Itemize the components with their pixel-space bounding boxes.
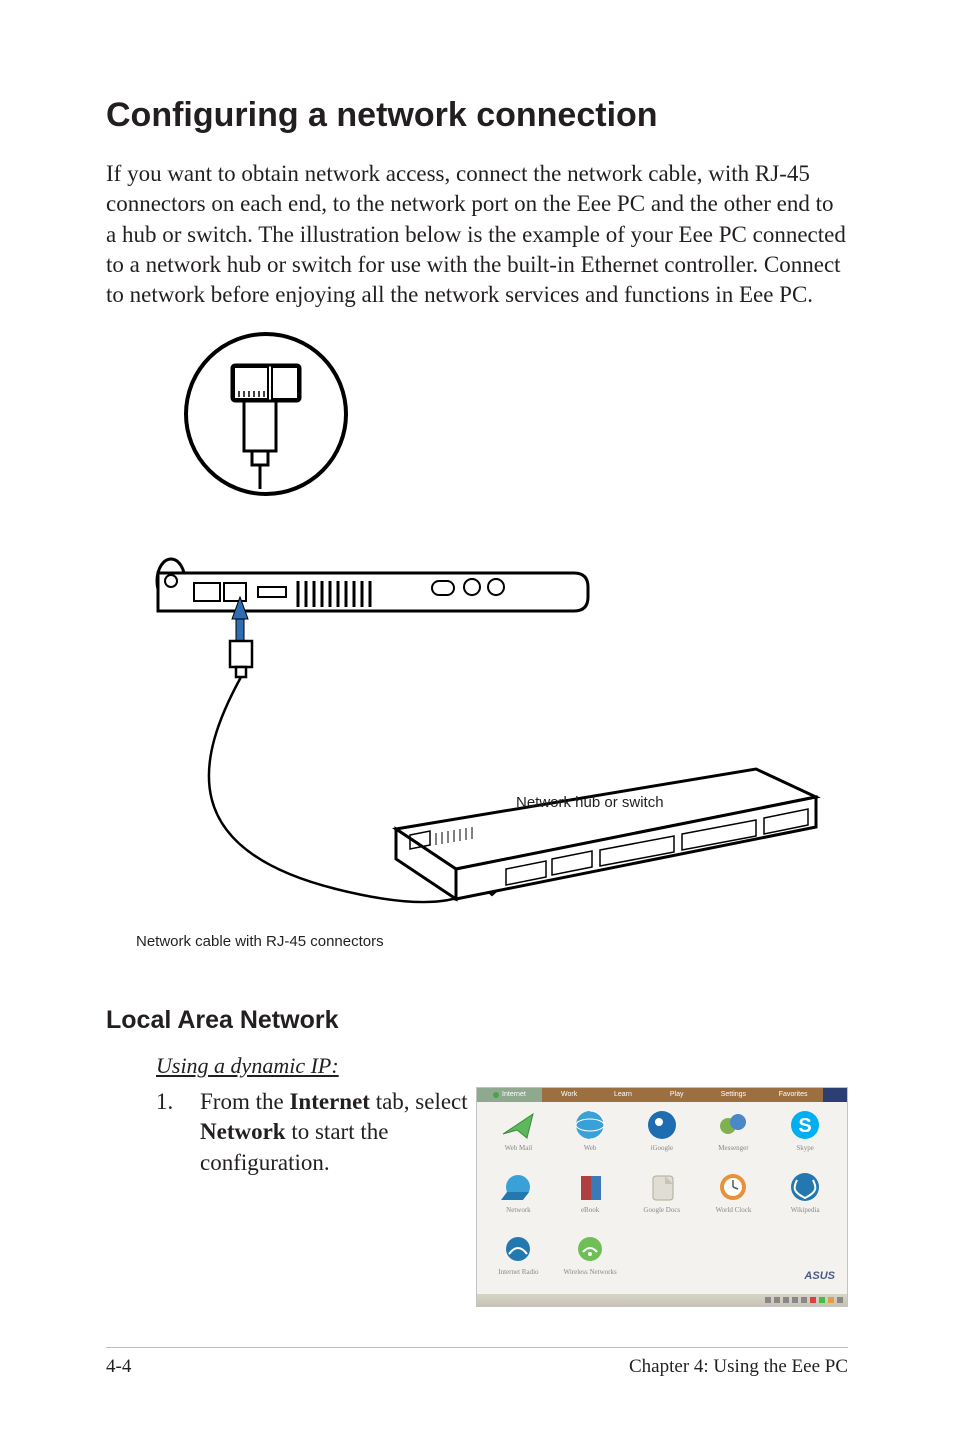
page-footer: 4-4 Chapter 4: Using the Eee PC bbox=[106, 1347, 848, 1378]
app-messenger: Messenger bbox=[700, 1108, 768, 1166]
tab-internet: Internet bbox=[477, 1088, 543, 1102]
docs-icon bbox=[645, 1170, 679, 1204]
app-web: Web bbox=[556, 1108, 624, 1166]
step-number: 1. bbox=[156, 1087, 200, 1178]
icon-label: Wikipedia bbox=[791, 1206, 820, 1214]
app-igoogle: iGoogle bbox=[628, 1108, 696, 1166]
icon-label: Web bbox=[584, 1144, 597, 1152]
tab-favorites: Favorites bbox=[763, 1088, 823, 1102]
mail-icon bbox=[501, 1108, 535, 1142]
step-text-fragment: tab, select bbox=[370, 1089, 468, 1114]
step-bold-network: Network bbox=[200, 1119, 286, 1144]
clock-icon bbox=[716, 1170, 750, 1204]
wikipedia-icon bbox=[788, 1170, 822, 1204]
tab-work: Work bbox=[542, 1088, 596, 1102]
tab-learn: Learn bbox=[596, 1088, 650, 1102]
chapter-label: Chapter 4: Using the Eee PC bbox=[629, 1356, 848, 1378]
app-world-clock: World Clock bbox=[700, 1170, 768, 1228]
icon-label: iGoogle bbox=[651, 1144, 674, 1152]
skype-icon: S bbox=[788, 1108, 822, 1142]
tab-label: Internet bbox=[502, 1091, 526, 1098]
tab-settings: Settings bbox=[704, 1088, 764, 1102]
network-diagram: Network hub or switch bbox=[136, 329, 836, 929]
page-number: 4-4 bbox=[106, 1356, 131, 1378]
brand-logo: ASUS bbox=[771, 1232, 839, 1290]
app-network: Network bbox=[485, 1170, 553, 1228]
taskbar bbox=[477, 1294, 847, 1306]
lan-heading: Local Area Network bbox=[106, 1006, 848, 1035]
icon-label: eBook bbox=[581, 1206, 599, 1214]
step-text: From the Internet tab, select Network to… bbox=[200, 1087, 470, 1178]
page-heading: Configuring a network connection bbox=[106, 96, 848, 135]
app-google-docs: Google Docs bbox=[628, 1170, 696, 1228]
icon-label: Wireless Networks bbox=[564, 1268, 617, 1276]
globe-icon bbox=[573, 1108, 607, 1142]
step-list: 1. From the Internet tab, select Network… bbox=[156, 1087, 470, 1178]
wireless-icon bbox=[573, 1232, 607, 1266]
app-skype: S Skype bbox=[771, 1108, 839, 1166]
icon-label: Internet Radio bbox=[498, 1268, 538, 1276]
app-wireless: Wireless Networks bbox=[556, 1232, 624, 1290]
icon-label: Messenger bbox=[718, 1144, 748, 1152]
icon-label: World Clock bbox=[716, 1206, 752, 1214]
app-web-mail: Web Mail bbox=[485, 1108, 553, 1166]
icon-label: Network bbox=[506, 1206, 531, 1214]
step-bold-internet: Internet bbox=[289, 1089, 369, 1114]
ebook-icon bbox=[573, 1170, 607, 1204]
brand-text: ASUS bbox=[804, 1270, 835, 1282]
hub-label: Network hub or switch bbox=[516, 794, 664, 811]
cable-caption: Network cable with RJ-45 connectors bbox=[136, 933, 848, 950]
icon-label: Google Docs bbox=[643, 1206, 680, 1214]
tab-play: Play bbox=[650, 1088, 704, 1102]
svg-text:S: S bbox=[798, 1115, 811, 1137]
os-screenshot: Internet Work Learn Play Settings Favori… bbox=[476, 1087, 848, 1307]
messenger-icon bbox=[716, 1108, 750, 1142]
radio-icon bbox=[501, 1232, 535, 1266]
intro-paragraph: If you want to obtain network access, co… bbox=[106, 159, 848, 311]
tab-help bbox=[823, 1088, 847, 1102]
app-ebook: eBook bbox=[556, 1170, 624, 1228]
app-wikipedia: Wikipedia bbox=[771, 1170, 839, 1228]
network-icon bbox=[501, 1170, 535, 1204]
step-text-fragment: From the bbox=[200, 1089, 289, 1114]
igoogle-icon bbox=[645, 1108, 679, 1142]
app-internet-radio: Internet Radio bbox=[485, 1232, 553, 1290]
step-1: 1. From the Internet tab, select Network… bbox=[156, 1087, 470, 1178]
icon-label: Skype bbox=[796, 1144, 814, 1152]
icon-label: Web Mail bbox=[505, 1144, 533, 1152]
dynamic-ip-heading: Using a dynamic IP: bbox=[156, 1053, 848, 1079]
